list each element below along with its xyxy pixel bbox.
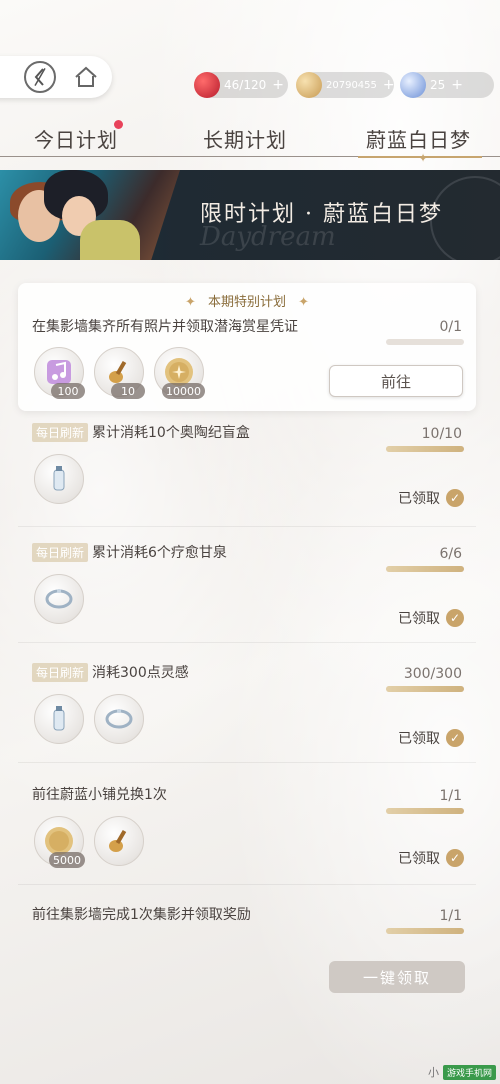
character-coat xyxy=(80,220,140,260)
notification-dot xyxy=(114,120,123,129)
reward-item[interactable] xyxy=(94,694,144,744)
bracelet-icon xyxy=(105,709,133,729)
claimed-status: 已领取 ✓ xyxy=(398,848,464,868)
task-row: 前往集影墙完成1次集影并领取奖励 1/1 xyxy=(18,904,476,944)
special-plan-heading: ✦ 本期特别计划 ✦ xyxy=(184,295,310,310)
top-bar: 46/120 + 20790455 + 25 + xyxy=(0,52,500,100)
claimed-status: 已领取 ✓ xyxy=(398,608,464,628)
reward-qty: 10000 xyxy=(162,383,205,399)
reward-item[interactable]: 10 xyxy=(94,347,145,399)
special-task-count: 0/1 xyxy=(439,319,462,335)
back-icon xyxy=(34,67,46,87)
claimed-status: 已领取 ✓ xyxy=(398,728,464,748)
diamond-add-button[interactable]: + xyxy=(451,77,463,93)
task-progress-bar xyxy=(386,446,464,452)
stamina-counter[interactable]: 46/120 + xyxy=(194,72,288,98)
tab-daydream[interactable]: 蔚蓝白日梦 xyxy=(366,124,471,153)
reward-item[interactable] xyxy=(34,694,84,744)
reward-item[interactable] xyxy=(94,816,144,866)
progress-fill xyxy=(386,928,464,934)
daily-refresh-tag: 每日刷新 xyxy=(32,543,89,562)
task-row: 每日刷新 累计消耗10个奥陶纪盲盒 10/10 已领取 ✓ xyxy=(18,422,476,540)
tab-divider xyxy=(482,156,500,157)
goto-button[interactable]: 前往 xyxy=(329,365,463,397)
apple-icon xyxy=(194,72,220,98)
coin-value: 20790455 xyxy=(326,79,377,91)
coin-counter[interactable]: 20790455 + xyxy=(296,72,395,98)
claim-all-button[interactable]: 一键领取 xyxy=(329,961,465,993)
reward-item[interactable] xyxy=(34,454,84,504)
row-divider xyxy=(18,762,476,763)
reward-item[interactable]: 10000 xyxy=(154,347,205,399)
special-task-text: 在集影墙集齐所有照片并领取潜海赏星凭证 xyxy=(32,319,298,335)
task-text: 每日刷新 消耗300点灵感 xyxy=(32,662,189,682)
reward-item[interactable]: 100 xyxy=(34,347,85,399)
reward-item[interactable]: 5000 xyxy=(34,816,85,868)
task-count: 10/10 xyxy=(421,426,462,442)
reward-item[interactable] xyxy=(34,574,84,624)
check-icon: ✓ xyxy=(446,849,464,867)
reward-qty: 5000 xyxy=(49,852,85,868)
tab-diamond-icon: ✦ xyxy=(418,151,429,165)
check-icon: ✓ xyxy=(446,729,464,747)
task-count: 1/1 xyxy=(439,788,462,804)
daily-refresh-tag: 每日刷新 xyxy=(32,663,89,682)
task-progress-bar xyxy=(386,928,464,934)
diamond-counter[interactable]: 25 + xyxy=(400,72,494,98)
coin-icon xyxy=(296,72,322,98)
banner-script-text: Daydream xyxy=(200,222,336,252)
watermark-logo: 游戏手机网 xyxy=(442,1064,496,1080)
stamina-add-button[interactable]: + xyxy=(272,77,284,93)
banner-illustration xyxy=(0,170,180,260)
row-divider xyxy=(18,884,476,885)
progress-fill xyxy=(386,446,464,452)
diamond-value: 25 xyxy=(430,78,446,92)
music-note-icon xyxy=(47,360,71,384)
row-divider xyxy=(18,526,476,527)
tab-bar: 今日计划 长期计划 蔚蓝白日梦 ✦ xyxy=(0,118,500,165)
progress-fill xyxy=(386,808,464,814)
daily-refresh-tag: 每日刷新 xyxy=(32,423,89,442)
tab-divider xyxy=(0,156,358,157)
back-button[interactable] xyxy=(24,61,56,93)
reward-qty: 100 xyxy=(51,383,85,399)
task-count: 1/1 xyxy=(439,908,462,924)
check-icon: ✓ xyxy=(446,489,464,507)
special-progress-bar xyxy=(386,339,464,345)
task-progress-bar xyxy=(386,808,464,814)
water-bottle-icon xyxy=(53,466,65,491)
stamina-value: 46/120 xyxy=(224,78,267,92)
progress-fill xyxy=(386,566,464,572)
row-divider xyxy=(18,642,476,643)
check-icon: ✓ xyxy=(446,609,464,627)
task-progress-bar xyxy=(386,566,464,572)
home-icon xyxy=(75,66,97,87)
coin-add-button[interactable]: + xyxy=(383,77,395,93)
task-progress-bar xyxy=(386,686,464,692)
diamond-icon xyxy=(400,72,426,98)
task-text: 前往蔚蓝小铺兑换1次 xyxy=(32,787,167,803)
task-text: 前往集影墙完成1次集影并领取奖励 xyxy=(32,907,251,923)
special-plan-card: ✦ 本期特别计划 ✦ 在集影墙集齐所有照片并领取潜海赏星凭证 0/1 100 1… xyxy=(18,283,476,411)
tab-today-plan[interactable]: 今日计划 xyxy=(34,124,118,153)
progress-fill xyxy=(386,686,464,692)
task-text: 每日刷新 累计消耗6个疗愈甘泉 xyxy=(32,542,227,562)
guitar-icon xyxy=(109,829,127,852)
reward-qty: 10 xyxy=(111,383,145,399)
claimed-status: 已领取 ✓ xyxy=(398,488,464,508)
task-count: 6/6 xyxy=(439,546,462,562)
task-count: 300/300 xyxy=(403,666,462,682)
bracelet-icon xyxy=(45,589,73,609)
home-button[interactable] xyxy=(70,61,102,93)
event-banner: 限时计划 · 蔚蓝白日梦 Daydream xyxy=(0,170,500,260)
tab-long-term-plan[interactable]: 长期计划 xyxy=(203,124,287,153)
task-text: 每日刷新 累计消耗10个奥陶纪盲盒 xyxy=(32,422,250,442)
water-bottle-icon xyxy=(53,706,65,731)
watermark: 小 游戏手机网 xyxy=(428,1064,496,1080)
